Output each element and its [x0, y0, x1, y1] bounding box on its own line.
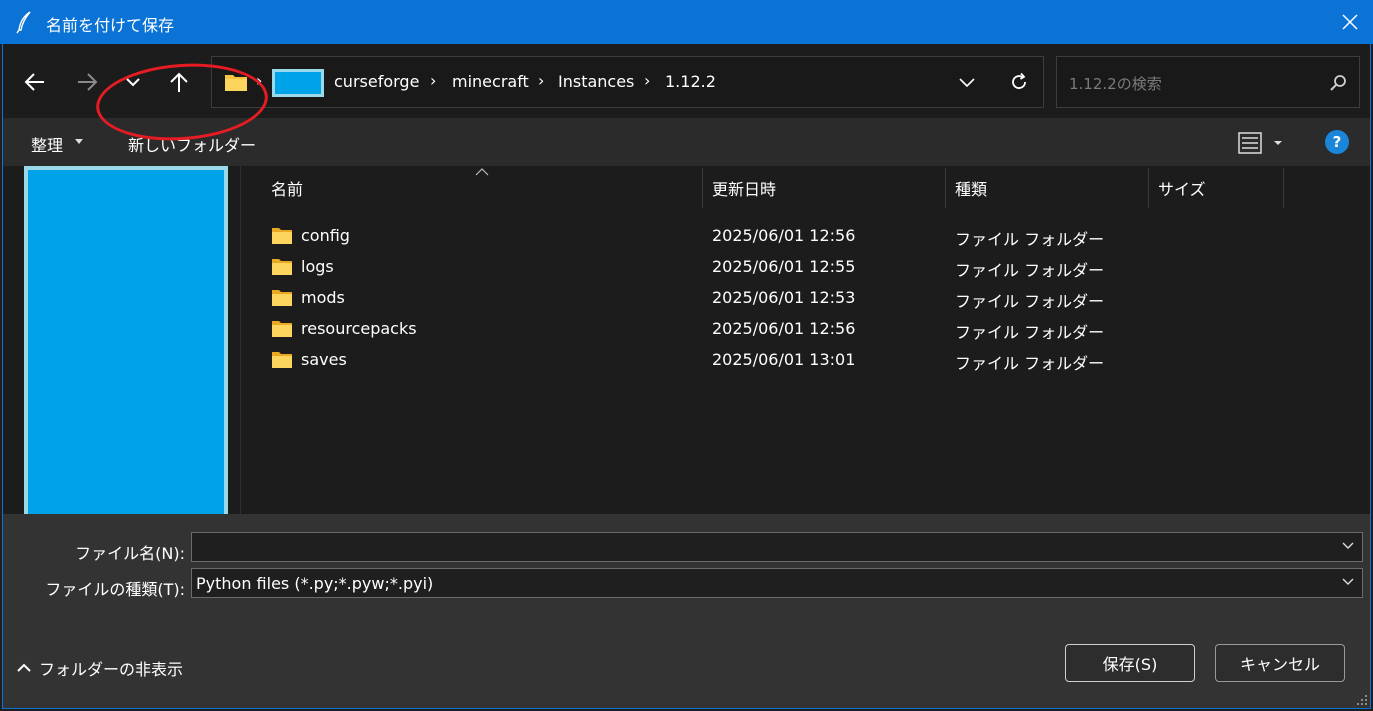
chevron-up-icon	[17, 663, 31, 672]
window-title: 名前を付けて保存	[46, 16, 175, 35]
breadcrumb-separator: ›	[256, 71, 263, 90]
arrow-up-icon	[170, 72, 188, 92]
breadcrumb-curseforge[interactable]: curseforge	[334, 72, 419, 91]
hide-folders-label: フォルダーの非表示	[39, 660, 184, 679]
file-type: ファイル フォルダー	[955, 354, 1105, 373]
file-modified: 2025/06/01 12:56	[712, 319, 856, 338]
dialog-body: › curseforge › minecraft › Instances › 1…	[2, 44, 1371, 709]
filetype-value: Python files (*.py;*.pyw;*.pyi)	[196, 574, 434, 593]
caret-down-icon	[75, 139, 83, 144]
folder-icon	[272, 259, 292, 275]
save-form: ファイル名(N): ファイルの種類(T): Python files (*.py…	[3, 514, 1370, 708]
column-divider[interactable]	[945, 168, 946, 208]
redacted-navigation-tree[interactable]	[24, 166, 228, 534]
save-button[interactable]: 保存(S)	[1065, 644, 1195, 682]
filename-label: ファイル名(N):	[75, 544, 185, 563]
file-modified: 2025/06/01 12:55	[712, 257, 856, 276]
view-options-button[interactable]	[1233, 130, 1289, 156]
folder-icon	[272, 352, 292, 368]
refresh-icon	[1012, 72, 1026, 89]
folder-icon	[272, 290, 292, 306]
file-modified: 2025/06/01 13:01	[712, 350, 856, 369]
chevron-down-icon[interactable]	[1342, 578, 1354, 586]
back-button[interactable]	[17, 64, 53, 100]
search-placeholder: 1.12.2の検索	[1069, 75, 1162, 93]
filetype-label: ファイルの種類(T):	[45, 580, 185, 599]
cancel-button[interactable]: キャンセル	[1215, 644, 1345, 682]
column-divider[interactable]	[1148, 168, 1149, 208]
breadcrumb-instances[interactable]: Instances	[558, 72, 634, 91]
redacted-breadcrumb[interactable]	[272, 69, 324, 97]
file-name: resourcepacks	[301, 319, 417, 338]
file-name: mods	[301, 288, 345, 307]
close-button[interactable]	[1327, 0, 1373, 44]
folder-icon	[272, 228, 292, 244]
up-button[interactable]	[161, 64, 197, 100]
new-folder-button[interactable]: 新しいフォルダー	[128, 132, 256, 156]
arrow-right-icon	[78, 73, 98, 91]
file-row[interactable]: mods 2025/06/01 12:53 ファイル フォルダー	[243, 282, 1343, 313]
column-header-name[interactable]: 名前	[271, 166, 303, 210]
column-divider[interactable]	[702, 168, 703, 208]
file-type: ファイル フォルダー	[955, 261, 1105, 280]
details-view-icon	[1238, 132, 1282, 154]
file-modified: 2025/06/01 12:53	[712, 288, 856, 307]
sort-ascending-icon	[475, 168, 489, 176]
filename-input[interactable]	[191, 532, 1363, 562]
breadcrumb-minecraft[interactable]: minecraft	[452, 72, 529, 91]
chevron-down-icon	[959, 78, 975, 87]
file-list: 名前 更新日時 種類 サイズ config 2025/06/01 12:56 フ…	[243, 166, 1370, 514]
arrow-left-icon	[24, 73, 44, 91]
folder-icon	[272, 321, 292, 337]
search-box[interactable]: 1.12.2の検索	[1056, 56, 1360, 108]
breadcrumb-separator: ›	[644, 71, 651, 90]
title-bar: 名前を付けて保存	[0, 0, 1373, 44]
file-modified: 2025/06/01 12:56	[712, 226, 856, 245]
forward-button[interactable]	[69, 64, 105, 100]
file-name: config	[301, 226, 350, 245]
file-row[interactable]: config 2025/06/01 12:56 ファイル フォルダー	[243, 220, 1343, 251]
help-button[interactable]: ?	[1325, 130, 1349, 154]
file-row[interactable]: resourcepacks 2025/06/01 12:56 ファイル フォルダ…	[243, 313, 1343, 344]
address-history-button[interactable]	[954, 69, 980, 95]
file-row[interactable]: logs 2025/06/01 12:55 ファイル フォルダー	[243, 251, 1343, 282]
navigation-bar: › curseforge › minecraft › Instances › 1…	[3, 44, 1370, 118]
close-icon	[1342, 14, 1358, 30]
breadcrumb-separator: ›	[430, 71, 437, 90]
refresh-button[interactable]	[1006, 69, 1032, 95]
folder-icon	[225, 75, 247, 91]
chevron-down-icon	[126, 78, 140, 87]
feather-icon	[16, 11, 31, 34]
file-type: ファイル フォルダー	[955, 292, 1105, 311]
search-icon	[1330, 75, 1346, 91]
command-bar: 整理 新しいフォルダー ?	[3, 118, 1370, 166]
column-header-type[interactable]: 種類	[955, 166, 987, 210]
file-row[interactable]: saves 2025/06/01 13:01 ファイル フォルダー	[243, 344, 1343, 375]
chevron-down-icon[interactable]	[1342, 542, 1354, 550]
breadcrumb-separator: ›	[538, 71, 545, 90]
organize-button[interactable]: 整理	[31, 132, 63, 156]
filetype-select[interactable]: Python files (*.py;*.pyw;*.pyi)	[191, 568, 1363, 598]
breadcrumb-version[interactable]: 1.12.2	[665, 72, 716, 91]
file-type: ファイル フォルダー	[955, 323, 1105, 342]
column-divider[interactable]	[1283, 168, 1284, 208]
column-header-modified[interactable]: 更新日時	[712, 166, 776, 210]
hide-folders-toggle[interactable]: フォルダーの非表示	[17, 656, 183, 680]
file-name: logs	[301, 257, 334, 276]
column-header-size[interactable]: サイズ	[1158, 166, 1206, 210]
recent-locations-button[interactable]	[115, 64, 151, 100]
file-type: ファイル フォルダー	[955, 230, 1105, 249]
address-bar[interactable]: › curseforge › minecraft › Instances › 1…	[211, 56, 1044, 108]
file-name: saves	[301, 350, 347, 369]
navigation-pane	[3, 166, 241, 534]
resize-grip-icon[interactable]	[1356, 694, 1368, 706]
